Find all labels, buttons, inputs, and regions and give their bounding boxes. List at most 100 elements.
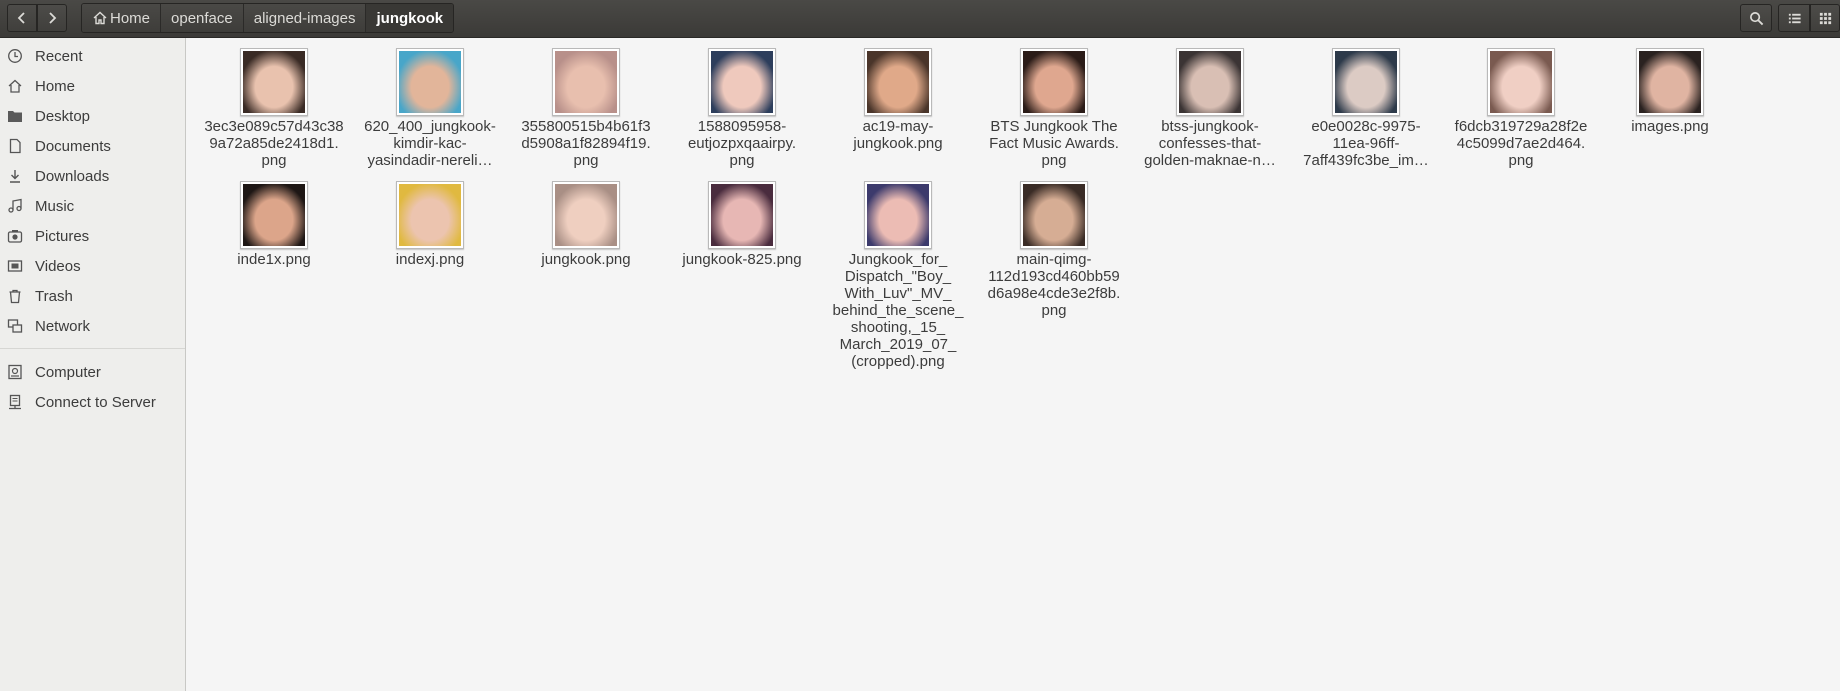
home-icon xyxy=(93,11,107,25)
file-item[interactable]: 1588095958- eutjozpxqaairpy. png xyxy=(667,48,817,169)
file-name: ac19-may- jungkook.png xyxy=(853,118,943,152)
breadcrumb-label: aligned-images xyxy=(253,9,356,27)
sidebar-item-label: Pictures xyxy=(35,227,90,245)
forward-button[interactable] xyxy=(37,4,67,32)
thumbnail-image xyxy=(399,51,461,113)
video-icon xyxy=(7,260,23,272)
file-name: BTS Jungkook The Fact Music Awards. png xyxy=(989,118,1119,169)
sidebar-item-label: Computer xyxy=(35,363,101,381)
sidebar-item-computer[interactable]: Computer xyxy=(0,358,185,386)
list-icon xyxy=(1788,13,1801,23)
file-thumbnail xyxy=(1176,48,1244,116)
file-thumbnail xyxy=(864,48,932,116)
file-item[interactable]: btss-jungkook- confesses-that- golden-ma… xyxy=(1135,48,1285,169)
thumbnail-image xyxy=(711,184,773,246)
sidebar-item-label: Connect to Server xyxy=(35,393,156,411)
thumbnail-image xyxy=(555,51,617,113)
network-icon xyxy=(7,319,23,333)
sidebar-item-connect-to-server[interactable]: Connect to Server xyxy=(0,388,185,416)
file-item[interactable]: f6dcb319729a28f2e 4c5099d7ae2d464. png xyxy=(1446,48,1596,169)
file-item[interactable]: inde1x.png xyxy=(199,181,349,268)
file-thumbnail xyxy=(1332,48,1400,116)
file-thumbnail xyxy=(708,181,776,249)
file-item[interactable]: 620_400_jungkook- kimdir-kac- yasindadir… xyxy=(355,48,505,169)
search-icon xyxy=(1749,11,1763,25)
thumbnail-image xyxy=(243,184,305,246)
file-name: main-qimg- 112d193cd460bb59 d6a98e4cde3e… xyxy=(987,251,1121,319)
file-thumbnail xyxy=(864,181,932,249)
file-thumbnail xyxy=(1636,48,1704,116)
computer-icon xyxy=(8,364,22,380)
sidebar-item-recent[interactable]: Recent xyxy=(0,42,185,70)
home-icon xyxy=(8,79,22,93)
file-item[interactable]: 355800515b4b61f3 d5908a1f82894f19. png xyxy=(511,48,661,169)
folder-icon xyxy=(8,111,22,122)
sidebar-item-desktop[interactable]: Desktop xyxy=(0,102,185,130)
breadcrumb-home[interactable]: Home xyxy=(82,4,162,32)
camera-icon xyxy=(7,230,23,243)
file-item[interactable]: ac19-may- jungkook.png xyxy=(823,48,973,152)
breadcrumb-jungkook[interactable]: jungkook xyxy=(366,4,454,32)
file-name: 3ec3e089c57d43c38 9a72a85de2418d1. png xyxy=(204,118,344,169)
sidebar-item-label: Desktop xyxy=(35,107,91,125)
sidebar-item-label: Documents xyxy=(35,137,111,155)
download-icon xyxy=(10,170,20,183)
sidebar-item-documents[interactable]: Documents xyxy=(0,132,185,160)
file-name: inde1x.png xyxy=(237,251,311,268)
clock-icon xyxy=(8,49,22,63)
chevron-left-icon xyxy=(17,12,25,24)
thumbnail-image xyxy=(711,51,773,113)
breadcrumb-label: openface xyxy=(171,9,233,27)
file-item[interactable]: indexj.png xyxy=(355,181,505,268)
sidebar-item-home[interactable]: Home xyxy=(0,72,185,100)
thumbnail-image xyxy=(867,51,929,113)
file-name: 1588095958- eutjozpxqaairpy. png xyxy=(687,118,797,169)
list-view-button[interactable] xyxy=(1778,4,1810,32)
sidebar-item-downloads[interactable]: Downloads xyxy=(0,162,185,190)
sidebar-item-network[interactable]: Network xyxy=(0,312,185,340)
breadcrumb-label: jungkook xyxy=(376,9,444,27)
thumbnail-image xyxy=(555,184,617,246)
search-button[interactable] xyxy=(1740,4,1772,32)
file-item[interactable]: images.png xyxy=(1595,48,1745,135)
music-icon xyxy=(8,198,22,213)
view-options-button[interactable] xyxy=(1810,4,1840,32)
file-item[interactable]: Jungkook_for_ Dispatch_"Boy_ With_Luv"_M… xyxy=(823,181,973,370)
file-item[interactable]: BTS Jungkook The Fact Music Awards. png xyxy=(979,48,1129,169)
file-name: images.png xyxy=(1631,118,1709,135)
file-thumbnail xyxy=(552,181,620,249)
file-item[interactable]: jungkook.png xyxy=(511,181,661,268)
breadcrumb: Home openface aligned-images jungkook xyxy=(81,3,455,33)
file-name: Jungkook_for_ Dispatch_"Boy_ With_Luv"_M… xyxy=(832,251,964,370)
file-grid: 3ec3e089c57d43c38 9a72a85de2418d1. png 62… xyxy=(187,38,1840,691)
breadcrumb-aligned-images[interactable]: aligned-images xyxy=(243,4,367,32)
file-name: btss-jungkook- confesses-that- golden-ma… xyxy=(1144,118,1276,169)
file-item[interactable]: 3ec3e089c57d43c38 9a72a85de2418d1. png xyxy=(199,48,349,169)
header-bar: Home openface aligned-images jungkook xyxy=(0,0,1840,38)
file-item[interactable]: jungkook-825.png xyxy=(667,181,817,268)
sidebar-item-label: Recent xyxy=(35,47,83,65)
file-item[interactable]: main-qimg- 112d193cd460bb59 d6a98e4cde3e… xyxy=(979,181,1129,319)
sidebar-item-label: Trash xyxy=(35,287,73,305)
file-thumbnail xyxy=(396,181,464,249)
file-name: f6dcb319729a28f2e 4c5099d7ae2d464. png xyxy=(1454,118,1588,169)
file-thumbnail xyxy=(1020,48,1088,116)
sidebar-item-label: Downloads xyxy=(35,167,110,185)
document-icon xyxy=(9,138,21,154)
sidebar-item-music[interactable]: Music xyxy=(0,192,185,220)
thumbnail-image xyxy=(243,51,305,113)
breadcrumb-openface[interactable]: openface xyxy=(161,4,244,32)
sidebar: Recent Home Desktop Documents Downloads … xyxy=(0,38,186,691)
sidebar-item-label: Home xyxy=(35,77,76,95)
file-name: 620_400_jungkook- kimdir-kac- yasindadir… xyxy=(364,118,496,169)
sidebar-item-pictures[interactable]: Pictures xyxy=(0,222,185,250)
sidebar-item-trash[interactable]: Trash xyxy=(0,282,185,310)
file-item[interactable]: e0e0028c-9975- 11ea-96ff- 7aff439fc3be_i… xyxy=(1291,48,1441,169)
file-thumbnail xyxy=(240,181,308,249)
thumbnail-image xyxy=(399,184,461,246)
thumbnail-image xyxy=(867,184,929,246)
back-button[interactable] xyxy=(7,4,37,32)
file-name: jungkook.png xyxy=(541,251,631,268)
thumbnail-image xyxy=(1179,51,1241,113)
sidebar-item-videos[interactable]: Videos xyxy=(0,252,185,280)
